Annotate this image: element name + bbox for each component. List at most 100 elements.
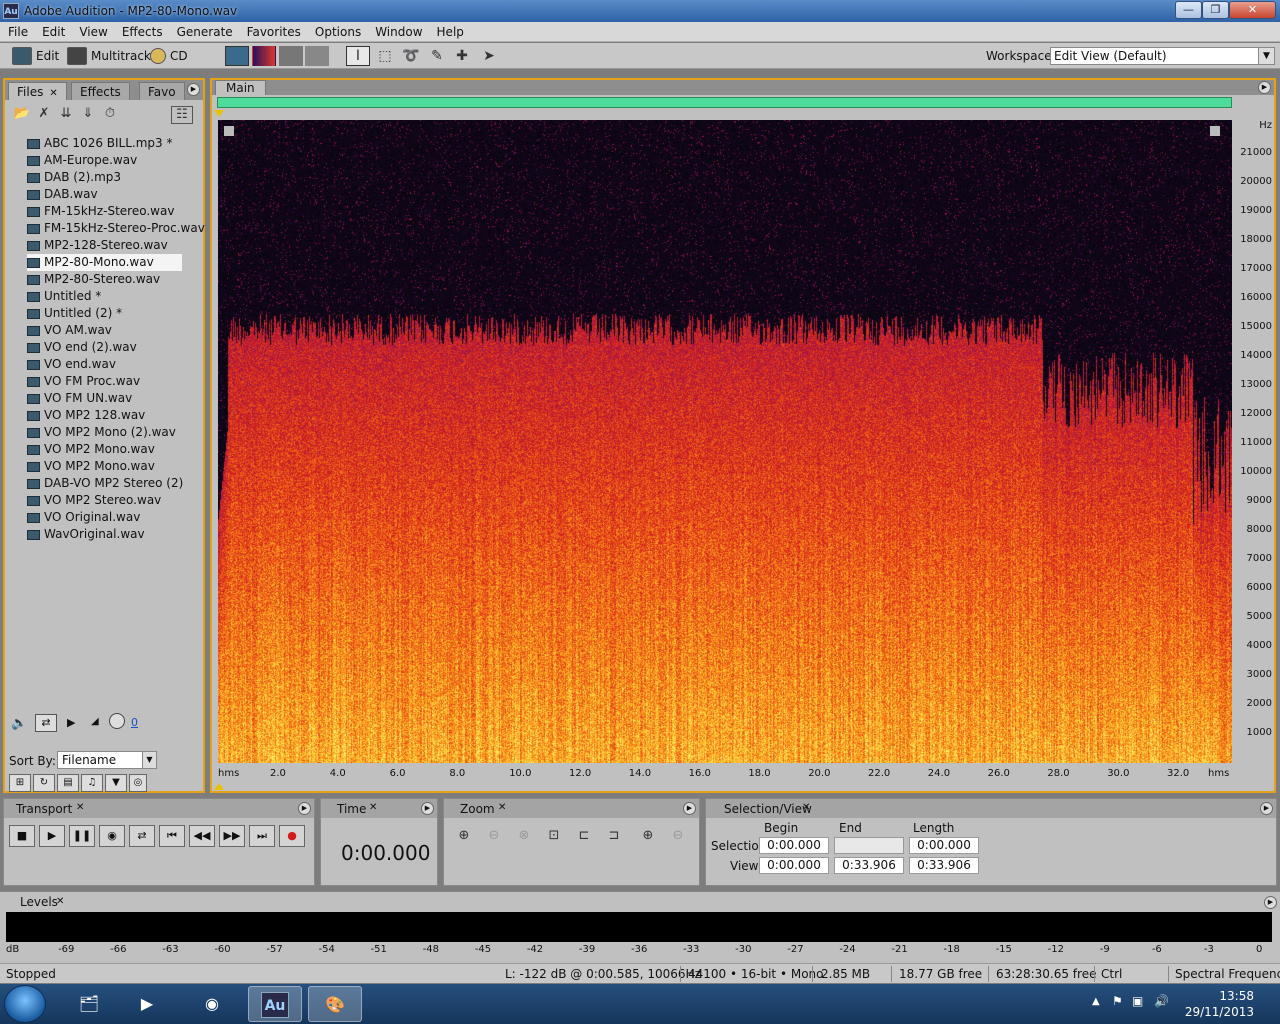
lasso-tool-icon[interactable]: ➰ <box>399 46 423 66</box>
file-list-item[interactable]: FM-15kHz-Stereo.wav <box>27 203 182 220</box>
file-list-item[interactable]: AM-Europe.wav <box>27 152 182 169</box>
time-selection-tool-icon[interactable]: I <box>346 46 370 66</box>
show-video-icon[interactable]: ▤ <box>57 774 79 792</box>
insert-cd-icon[interactable]: ⇓ <box>77 106 99 124</box>
insert-multitrack-icon[interactable]: ⇊ <box>55 106 77 124</box>
zoom-out-horizontal-icon[interactable]: ⊖ <box>482 825 506 847</box>
panel-menu-icon[interactable]: ▶ <box>683 802 696 815</box>
view-end-field[interactable]: 0:33.906 <box>834 857 904 874</box>
panel-menu-icon[interactable]: ▶ <box>1258 81 1271 94</box>
network-icon[interactable]: ▣ <box>1132 994 1143 1008</box>
spectral-pan-display-icon[interactable] <box>279 46 303 66</box>
go-to-start-button[interactable]: ⏮ <box>159 825 185 847</box>
play-preview-icon[interactable]: ▶ <box>67 716 75 729</box>
workspace-select[interactable]: Edit View (Default) ▼ <box>1050 47 1275 65</box>
overview-bar[interactable] <box>217 97 1232 108</box>
panel-menu-icon[interactable]: ▶ <box>1264 896 1277 909</box>
zoom-out-full-icon[interactable]: ⊗ <box>512 825 536 847</box>
panel-menu-icon[interactable]: ▶ <box>187 83 200 96</box>
show-midi-icon[interactable]: ♫ <box>81 774 103 792</box>
file-list-item[interactable]: MP2-80-Mono.wav <box>27 254 182 271</box>
zoom-out-vertical-icon[interactable]: ⊖ <box>666 825 690 847</box>
go-to-end-button[interactable]: ⏭ <box>249 825 275 847</box>
file-list-item[interactable]: DAB-VO MP2 Stereo (2) <box>27 475 183 492</box>
hybrid-tool-icon[interactable]: ➤ <box>477 46 501 66</box>
healing-brush-icon[interactable]: ✚ <box>450 46 474 66</box>
paint-icon[interactable]: 🎨 <box>308 986 362 1022</box>
waveform-display-icon[interactable] <box>225 46 249 66</box>
selection-length-field[interactable]: 0:00.000 <box>909 837 979 854</box>
media-player-icon[interactable]: ▶ <box>120 986 174 1022</box>
open-file-icon[interactable]: 📂 <box>11 106 33 124</box>
file-list-item[interactable]: VO FM UN.wav <box>27 390 182 407</box>
stop-button[interactable]: ■ <box>9 825 35 847</box>
file-list-item[interactable]: VO MP2 128.wav <box>27 407 182 424</box>
menu-view[interactable]: View <box>71 22 113 39</box>
spectral-display-icon[interactable] <box>252 46 276 66</box>
view-options-icon[interactable]: ☷ <box>171 106 193 124</box>
sort-by-select[interactable]: Filename ▼ <box>57 751 157 769</box>
zoom-in-vertical-icon[interactable]: ⊕ <box>636 825 660 847</box>
close-icon[interactable]: ✕ <box>49 88 57 99</box>
menu-edit[interactable]: Edit <box>34 22 71 39</box>
file-list-item[interactable]: DAB (2).mp3 <box>27 169 182 186</box>
zoom-right-edge-icon[interactable]: ⊐ <box>602 825 626 847</box>
clock-date[interactable]: 29/11/2013 <box>1185 1005 1254 1019</box>
playhead-marker-bottom-icon[interactable] <box>214 783 224 790</box>
rewind-button[interactable]: ◀◀ <box>189 825 215 847</box>
multitrack-view-button[interactable]: Multitrack <box>67 46 151 66</box>
file-list-item[interactable]: DAB.wav <box>27 186 182 203</box>
brush-tool-icon[interactable]: ✎ <box>425 46 449 66</box>
file-list-item[interactable]: MP2-80-Stereo.wav <box>27 271 182 288</box>
marquee-tool-icon[interactable]: ⬚ <box>373 46 397 66</box>
panel-menu-icon[interactable]: ▶ <box>1260 802 1273 815</box>
close-icon[interactable]: ✕ <box>498 802 506 813</box>
fast-forward-button[interactable]: ▶▶ <box>219 825 245 847</box>
close-icon[interactable]: ✕ <box>76 802 84 813</box>
file-list-item[interactable]: WavOriginal.wav <box>27 526 182 543</box>
menu-effects[interactable]: Effects <box>114 22 169 39</box>
record-button[interactable]: ● <box>279 825 305 847</box>
minimize-button[interactable]: — <box>1175 1 1202 19</box>
tab-main[interactable]: Main <box>215 80 266 95</box>
action-center-icon[interactable]: ⚑ <box>1112 994 1123 1008</box>
file-list-item[interactable]: MP2-128-Stereo.wav <box>27 237 182 254</box>
file-list-item[interactable]: ABC 1026 BILL.mp3 * <box>27 135 182 152</box>
edit-view-button[interactable]: Edit <box>12 46 59 66</box>
panel-menu-icon[interactable]: ▶ <box>421 802 434 815</box>
view-length-field[interactable]: 0:33.906 <box>909 857 979 874</box>
maximize-button[interactable]: ❐ <box>1202 1 1229 19</box>
file-list-item[interactable]: VO MP2 Stereo.wav <box>27 492 182 509</box>
speaker-icon[interactable]: 🔈 <box>11 716 27 731</box>
zoom-selection-icon[interactable]: ⊡ <box>542 825 566 847</box>
menu-options[interactable]: Options <box>307 22 367 39</box>
close-file-icon[interactable]: ✗ <box>33 106 55 124</box>
selection-end-field[interactable] <box>834 837 904 854</box>
chrome-icon[interactable]: ◉ <box>185 986 239 1022</box>
explorer-icon[interactable]: 🗂 <box>62 986 116 1022</box>
file-list-item[interactable]: VO end.wav <box>27 356 182 373</box>
volume-icon[interactable]: 🔊 <box>1154 994 1169 1008</box>
volume-knob-icon[interactable] <box>109 713 125 729</box>
selection-begin-field[interactable]: 0:00.000 <box>759 837 829 854</box>
clock-time[interactable]: 13:58 <box>1219 989 1254 1003</box>
tab-favorites[interactable]: Favo <box>139 82 185 100</box>
show-cd-icon[interactable]: ◎ <box>129 774 147 792</box>
file-list-item[interactable]: VO end (2).wav <box>27 339 182 356</box>
spectrogram-display[interactable] <box>218 120 1232 763</box>
show-path-icon[interactable]: ▼ <box>105 774 127 792</box>
file-list-item[interactable]: FM-15kHz-Stereo-Proc.wav <box>27 220 205 237</box>
close-button[interactable]: ✕ <box>1229 1 1276 19</box>
chevron-up-icon[interactable]: ▲ <box>1092 996 1100 1007</box>
tab-files[interactable]: Files ✕ <box>8 82 67 100</box>
close-icon[interactable]: ✕ <box>56 896 64 907</box>
pause-button[interactable]: ❚❚ <box>69 825 95 847</box>
file-list-item[interactable]: Untitled * <box>27 288 182 305</box>
file-list-item[interactable]: VO MP2 Mono (2).wav <box>27 424 182 441</box>
edit-file-icon[interactable]: ⏱ <box>99 106 121 124</box>
close-icon[interactable]: ✕ <box>802 802 810 813</box>
loop-icon[interactable]: ⇄ <box>35 714 57 732</box>
menu-window[interactable]: Window <box>367 22 428 39</box>
file-list-item[interactable]: VO FM Proc.wav <box>27 373 182 390</box>
start-button[interactable] <box>4 985 46 1023</box>
